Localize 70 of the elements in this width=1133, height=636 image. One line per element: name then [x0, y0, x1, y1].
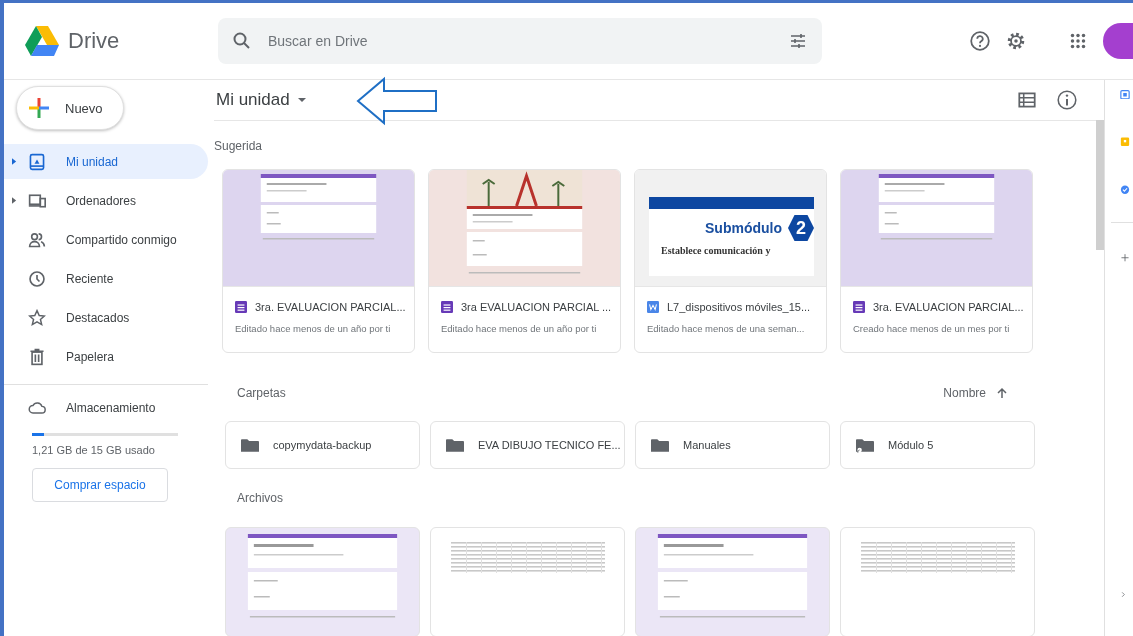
- calendar-icon[interactable]: [1117, 90, 1133, 100]
- help-icon[interactable]: [969, 30, 991, 52]
- section-heading: Archivos: [237, 491, 284, 505]
- dropdown-caret-icon: [297, 98, 306, 102]
- location-dropdown[interactable]: Mi unidad: [216, 90, 306, 110]
- form-file-icon: [853, 301, 865, 313]
- folder-name: Manuales: [683, 439, 731, 451]
- people-icon: [28, 230, 46, 249]
- search-icon: [232, 31, 252, 51]
- filter-icon[interactable]: [788, 31, 808, 51]
- file-card[interactable]: 3ra. EVALUACION PARCIAL... Creado hace menos de un mes por ti: [840, 169, 1033, 353]
- file-detail: Creado hace menos de un mes por ti: [853, 323, 1011, 334]
- sort-button[interactable]: Nombre: [937, 385, 1014, 401]
- folder-icon: [241, 437, 259, 453]
- caret-icon[interactable]: [11, 158, 17, 165]
- folder-name: Módulo 5: [888, 439, 934, 451]
- file-name: 3ra. EVALUACION PARCIAL...: [873, 301, 1024, 313]
- section-heading: Carpetas: [237, 386, 286, 400]
- file-card[interactable]: 3ra. EVALUACION PARCIAL... Editado hace menos de un año por ti: [222, 169, 415, 353]
- file-detail: Editado hace menos de un año por ti: [235, 323, 392, 334]
- form-file-icon: [235, 301, 247, 313]
- sidebar-item[interactable]: Ordenadores: [4, 183, 208, 218]
- buy-storage-button[interactable]: Comprar espacio: [32, 468, 168, 502]
- slide-subtitle: Establece comunicación y: [649, 241, 814, 276]
- file-card[interactable]: Submódulo 2 Establece comunicación y L7_dispositivos móviles_15... Editado hace menos de una seman...: [634, 169, 827, 353]
- file-detail: Editado hace menos de un año por ti: [441, 323, 598, 334]
- sidebar-item[interactable]: Compartido conmigo: [4, 222, 208, 257]
- computer-icon: [28, 191, 46, 210]
- file-detail: Editado hace menos de una seman...: [647, 323, 806, 334]
- search-bar[interactable]: Buscar en Drive: [218, 18, 822, 64]
- sidebar-item[interactable]: Reciente: [4, 261, 208, 296]
- file-name: 3ra. EVALUACION PARCIAL...: [255, 301, 406, 313]
- slide-title: Submódulo: [705, 220, 782, 236]
- folder-card[interactable]: Módulo 5: [840, 421, 1035, 469]
- word-file-icon: [647, 301, 659, 313]
- search-field[interactable]: Buscar en Drive: [266, 32, 788, 50]
- scrollbar[interactable]: [1096, 120, 1104, 250]
- drive-icon: [28, 152, 46, 171]
- folder-name: EVA DIBUJO TECNICO FE...: [478, 439, 621, 451]
- sidebar-item[interactable]: Destacados: [4, 300, 208, 335]
- file-name: L7_dispositivos móviles_15...: [667, 301, 811, 313]
- caret-icon[interactable]: [11, 197, 17, 204]
- folder-name: copymydata-backup: [273, 439, 372, 451]
- storage-usage: 1,21 GB de 15 GB usado: [32, 444, 156, 456]
- shared-folder-icon: [856, 437, 874, 453]
- cloud-icon: [28, 399, 46, 417]
- drive-logo-icon: [24, 25, 60, 57]
- star-icon: [28, 308, 46, 327]
- storage-label[interactable]: Almacenamiento: [66, 401, 156, 415]
- info-icon[interactable]: [1056, 89, 1078, 111]
- clock-icon: [28, 269, 46, 288]
- file-name: 3ra EVALUACION PARCIAL ...: [461, 301, 612, 313]
- avatar[interactable]: [1103, 23, 1133, 59]
- number-badge: 2: [788, 215, 814, 241]
- folder-card[interactable]: EVA DIBUJO TECNICO FE...: [430, 421, 625, 469]
- sidebar-item[interactable]: Mi unidad: [4, 144, 208, 179]
- app-name: Drive: [68, 28, 120, 54]
- trash-icon: [28, 347, 46, 366]
- folder-icon: [651, 437, 669, 453]
- section-heading: Sugerida: [214, 139, 264, 153]
- plus-icon: [27, 96, 51, 120]
- folder-card[interactable]: Manuales: [635, 421, 830, 469]
- file-card[interactable]: 3ra EVALUACION PARCIAL ... Editado hace menos de un año por ti: [428, 169, 621, 353]
- new-button[interactable]: Nuevo: [16, 86, 124, 130]
- settings-icon[interactable]: [1005, 30, 1027, 52]
- sidebar-item[interactable]: Papelera: [4, 339, 208, 374]
- folder-icon: [446, 437, 464, 453]
- arrow-up-icon: [996, 387, 1008, 399]
- folder-card[interactable]: copymydata-backup: [225, 421, 420, 469]
- form-file-icon: [441, 301, 453, 313]
